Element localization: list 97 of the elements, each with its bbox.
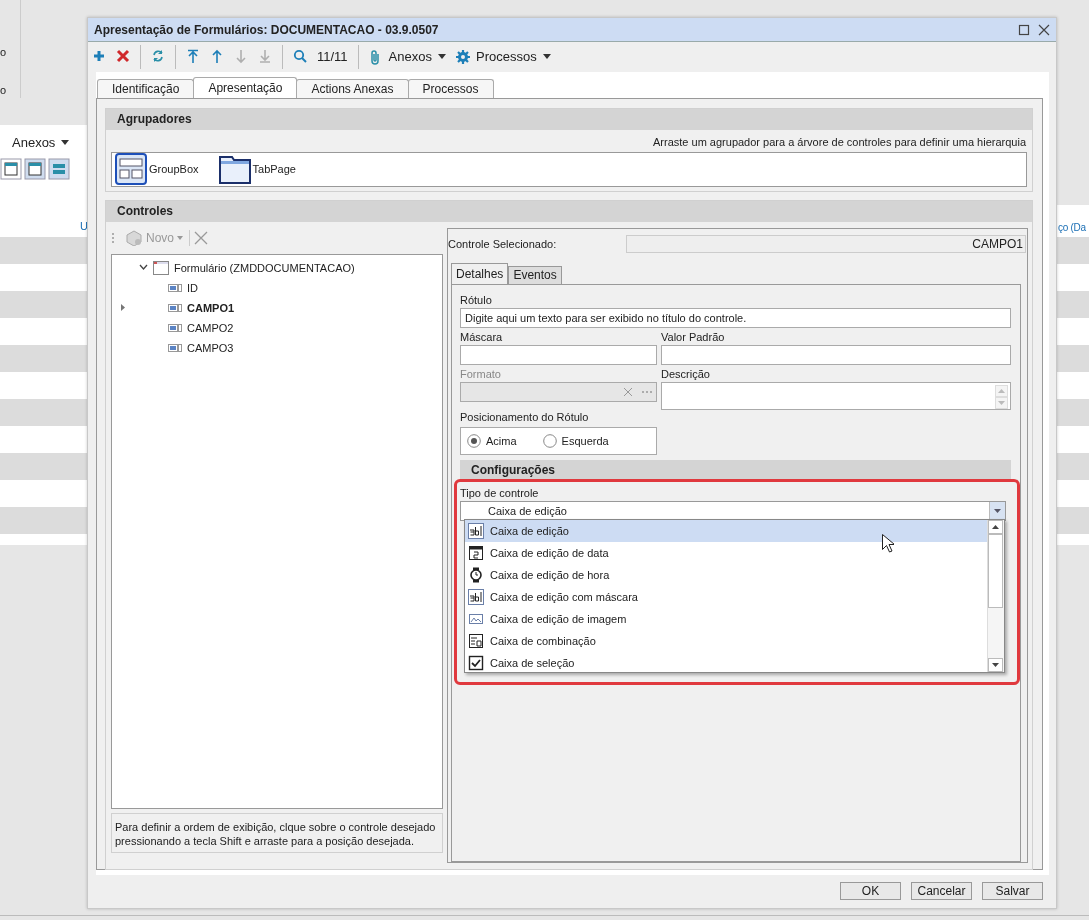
field-icon — [168, 283, 182, 292]
dropdown-field[interactable]: Caixa de edição — [460, 500, 1006, 521]
field-label: Rótulo — [460, 293, 493, 308]
search-icon[interactable] — [293, 49, 307, 65]
delete-icon[interactable] — [116, 49, 130, 65]
column-header: U — [80, 220, 88, 232]
table-row — [1057, 453, 1089, 480]
field-label: Posicionamento do Rótulo — [460, 410, 590, 425]
text-fragment: o — [0, 46, 7, 58]
field-icon — [168, 303, 182, 312]
input-field[interactable] — [661, 344, 1011, 365]
palette-item[interactable]: TabPage — [218, 153, 296, 186]
dropdown-option[interactable]: Caixa de edição de imagem — [465, 607, 987, 630]
arrow-up-icon[interactable] — [210, 49, 224, 65]
combo-box-icon — [468, 632, 484, 649]
text-fragment: o — [0, 84, 7, 96]
dropdown-option[interactable]: Caixa de edição de data — [465, 541, 987, 564]
table-row — [1057, 399, 1089, 426]
caret-icon — [61, 140, 70, 145]
dropdown-option[interactable]: Caixa de edição de hora — [465, 563, 987, 586]
table-row — [1057, 345, 1089, 372]
move-first-icon[interactable] — [186, 49, 200, 65]
window-title: Apresentação de Formulários: DOCUMENTACAO - 03.9.0507 — [94, 22, 440, 37]
text-field-icon — [468, 588, 484, 605]
text-field-icon — [468, 522, 484, 539]
table-row — [1057, 237, 1089, 264]
form-window-icon — [153, 260, 169, 275]
field-label: Valor Padrão — [661, 330, 726, 345]
watch-icon — [468, 566, 484, 583]
settings-icon — [456, 48, 470, 65]
caret-icon — [994, 508, 1001, 513]
field-icon — [168, 323, 182, 332]
tab[interactable]: Eventos — [508, 265, 562, 284]
tree-item[interactable]: Formulário (ZMDDOCUMENTACAO) — [174, 261, 355, 274]
record-position: 11/11 — [317, 49, 348, 65]
dialog-button[interactable]: OK — [840, 882, 901, 901]
caret-icon — [542, 54, 551, 60]
text-area[interactable] — [661, 381, 1011, 410]
tree-item[interactable]: CAMPO2 — [187, 321, 234, 334]
tab[interactable]: Processos — [407, 78, 494, 98]
tab[interactable]: Detalhes — [451, 262, 509, 284]
menu-button[interactable]: Processos — [456, 48, 551, 65]
table-row — [1057, 507, 1089, 534]
cursor-icon — [882, 533, 894, 553]
selected-control-field: CAMPO1 — [626, 234, 1026, 253]
close-icon[interactable] — [1038, 23, 1050, 36]
field-label: Tipo de controle — [460, 486, 540, 501]
table-row — [1057, 291, 1089, 318]
dropdown-option[interactable]: Caixa de edição com máscara — [465, 585, 987, 608]
field-icon — [168, 343, 182, 352]
palette-item[interactable]: GroupBox — [115, 153, 199, 186]
section-header: Agrupadores — [106, 108, 1032, 130]
input-field[interactable] — [460, 344, 657, 365]
panel-icon[interactable] — [0, 158, 22, 180]
refresh-icon[interactable] — [151, 49, 165, 65]
tree-item[interactable]: ID — [187, 281, 198, 294]
menu-button[interactable]: Anexos — [368, 48, 446, 65]
dropdown-option[interactable]: Caixa de seleção — [465, 651, 987, 674]
dropdown-option[interactable]: Caixa de edição — [465, 519, 987, 542]
rows-icon[interactable] — [48, 158, 70, 180]
field-label: Formato — [460, 367, 502, 382]
chevron-down-icon[interactable] — [139, 263, 148, 273]
section-header: Configurações — [460, 459, 1011, 481]
grip-icon — [111, 231, 115, 244]
tree-view[interactable]: Formulário (ZMDDOCUMENTACAO) ID CAMPO1 CAMPO2 CAMPO3 — [111, 253, 443, 809]
tree-item[interactable]: CAMPO3 — [187, 341, 234, 354]
field-label: Descrição — [661, 367, 711, 382]
ellipsis-icon — [642, 390, 652, 393]
maximize-icon[interactable] — [1018, 23, 1030, 36]
calendar-icon — [468, 544, 484, 561]
delete-icon[interactable] — [194, 230, 208, 245]
input-field[interactable]: Digite aqui um texto para ser exibido no título do controle. — [460, 307, 1011, 328]
field-label: Máscara — [460, 330, 504, 345]
clear-icon — [624, 387, 632, 396]
tab-page-icon — [218, 153, 251, 186]
field-label: Controle Selecionado: — [448, 237, 557, 250]
panel-icon[interactable] — [24, 158, 46, 180]
dropdown-option[interactable]: Caixa de combinação — [465, 629, 987, 652]
dialog-button[interactable]: Salvar — [982, 882, 1043, 901]
caret-icon — [177, 235, 183, 240]
section-header: Controles — [106, 200, 1032, 222]
tab[interactable]: Apresentação — [193, 76, 298, 98]
caret-icon — [438, 54, 446, 60]
tab[interactable]: Identificação — [97, 78, 195, 98]
help-note: Para definir a ordem de exibição, clque sobre o controle desejado pressionando a tecla Shift e arraste para a posição desejada. — [111, 812, 443, 853]
tab[interactable]: Actions Anexas — [296, 78, 409, 98]
column-header: ço (Da — [1058, 222, 1086, 233]
spin-arrows-icon — [995, 384, 1008, 409]
scroll-thumb[interactable] — [988, 533, 1003, 608]
radio-option[interactable]: Acima — [467, 433, 517, 448]
dialog-button[interactable]: Cancelar — [911, 882, 972, 901]
radio-option[interactable]: Esquerda — [542, 433, 609, 448]
tree-item[interactable]: CAMPO1 — [187, 301, 235, 314]
hint-text: Arraste um agrupador para a árvore de controles para definir uma hierarquia — [652, 134, 1027, 150]
menu-label[interactable]: Anexos — [12, 135, 56, 150]
cube-icon — [125, 229, 143, 246]
scrollbar[interactable] — [987, 519, 1004, 672]
